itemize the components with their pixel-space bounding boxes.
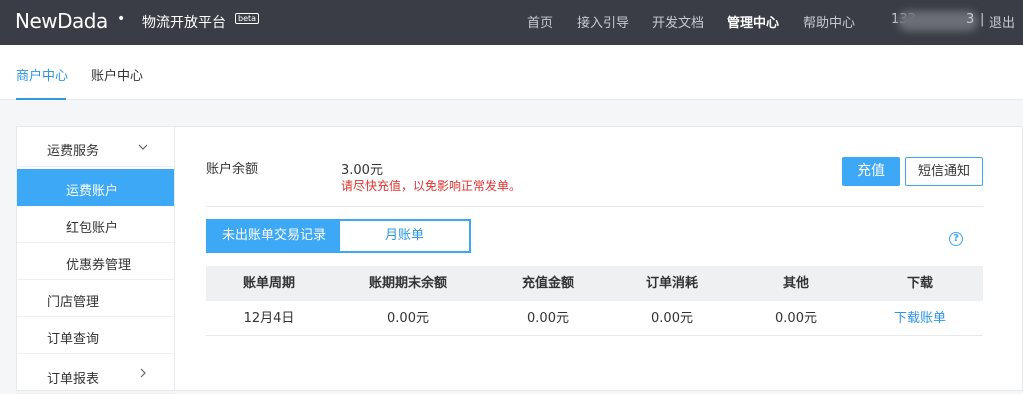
top-navbar: NewDada • 物流开放平台 beta 首页 接入引导 开发文档 管理中心 … — [0, 0, 1023, 45]
balance-warning: 请尽快充值，以免影响正常发单。 — [341, 179, 522, 193]
column-header: 下载 — [906, 276, 933, 291]
sidebar-item-label: 运费服务 — [47, 144, 100, 159]
sidebar-item-order-report[interactable]: 订单报表 — [17, 357, 175, 394]
sidebar-item-freight-service[interactable]: 运费服务 — [17, 127, 175, 167]
sidebar-item-label: 运费账户 — [66, 184, 119, 199]
logout-link[interactable]: 退出 — [989, 12, 1015, 31]
download-bill-link[interactable]: 下载账单 — [857, 301, 983, 336]
nav-home[interactable]: 首页 — [527, 12, 553, 31]
logo-dot: • — [117, 11, 125, 27]
main-content: 账户余额 3.00元 请尽快充值，以免影响正常发单。 充值 短信通知 未出账单交… — [174, 126, 1023, 391]
sidebar-item-freight-account[interactable]: 运费账户 — [17, 169, 175, 206]
table-cell: 12月4日 — [243, 311, 295, 326]
sms-notification-button[interactable]: 短信通知 — [905, 157, 983, 186]
sidebar-item-store-management[interactable]: 门店管理 — [17, 280, 175, 317]
divider — [206, 206, 983, 207]
tab-account-center[interactable]: 账户中心 — [91, 65, 143, 84]
column-header: 充值金额 — [521, 276, 574, 291]
sub-navbar: 商户中心 账户中心 — [0, 45, 1023, 100]
active-tab-underline — [16, 98, 66, 100]
chevron-right-icon — [140, 368, 146, 378]
nav-integration-guide[interactable]: 接入引导 — [577, 12, 629, 31]
platform-title: 物流开放平台 — [142, 15, 226, 31]
table-header: 账单周期 账期期末余额 充值金额 订单消耗 其他 下载 — [206, 266, 983, 301]
sidebar-item-order-query[interactable]: 订单查询 — [17, 317, 175, 354]
column-header: 订单消耗 — [645, 276, 698, 291]
sidebar-item-label: 优惠券管理 — [66, 258, 132, 273]
balance-label: 账户余额 — [206, 162, 259, 177]
sidebar-item-label: 红包账户 — [66, 221, 119, 236]
help-icon[interactable]: ? — [949, 232, 963, 246]
balance-amount: 3.00元 — [341, 163, 383, 178]
sidebar-item-label: 订单报表 — [47, 372, 100, 387]
table-cell: 0.00元 — [387, 311, 429, 326]
tab-merchant-center[interactable]: 商户中心 — [16, 65, 68, 84]
table-cell: 0.00元 — [651, 311, 693, 326]
table-row: 12月4日 0.00元 0.00元 0.00元 0.00元 下载账单 — [206, 301, 983, 336]
recharge-button[interactable]: 充值 — [842, 157, 900, 186]
column-header: 账单周期 — [242, 276, 295, 291]
sidebar-item-redpacket-account[interactable]: 红包账户 — [17, 206, 175, 243]
sidebar: 运费服务 运费账户 红包账户 优惠券管理 门店管理 订单查询 订单报表 — [16, 126, 175, 394]
nav-management-center[interactable]: 管理中心 — [727, 12, 779, 31]
sidebar-item-label: 门店管理 — [47, 295, 100, 310]
tab-monthly-bill[interactable]: 月账单 — [340, 221, 469, 251]
table-cell: 0.00元 — [527, 311, 569, 326]
brand-logo[interactable]: NewDada — [15, 9, 108, 33]
sidebar-item-label: 订单查询 — [47, 332, 100, 347]
table-cell: 0.00元 — [775, 311, 817, 326]
column-header: 其他 — [782, 276, 809, 291]
sidebar-item-coupon-management[interactable]: 优惠券管理 — [17, 243, 175, 280]
tab-unbilled-transactions[interactable]: 未出账单交易记录 — [208, 221, 340, 251]
bill-tabs: 未出账单交易记录 月账单 — [206, 219, 471, 253]
nav-dev-docs[interactable]: 开发文档 — [652, 12, 704, 31]
chevron-down-icon — [138, 144, 148, 150]
beta-badge: beta — [235, 13, 260, 24]
column-header: 账期期末余额 — [368, 276, 447, 291]
nav-help-center[interactable]: 帮助中心 — [803, 12, 855, 31]
nav-separator: | — [980, 12, 985, 27]
user-phone-suffix: 3 — [966, 12, 975, 27]
